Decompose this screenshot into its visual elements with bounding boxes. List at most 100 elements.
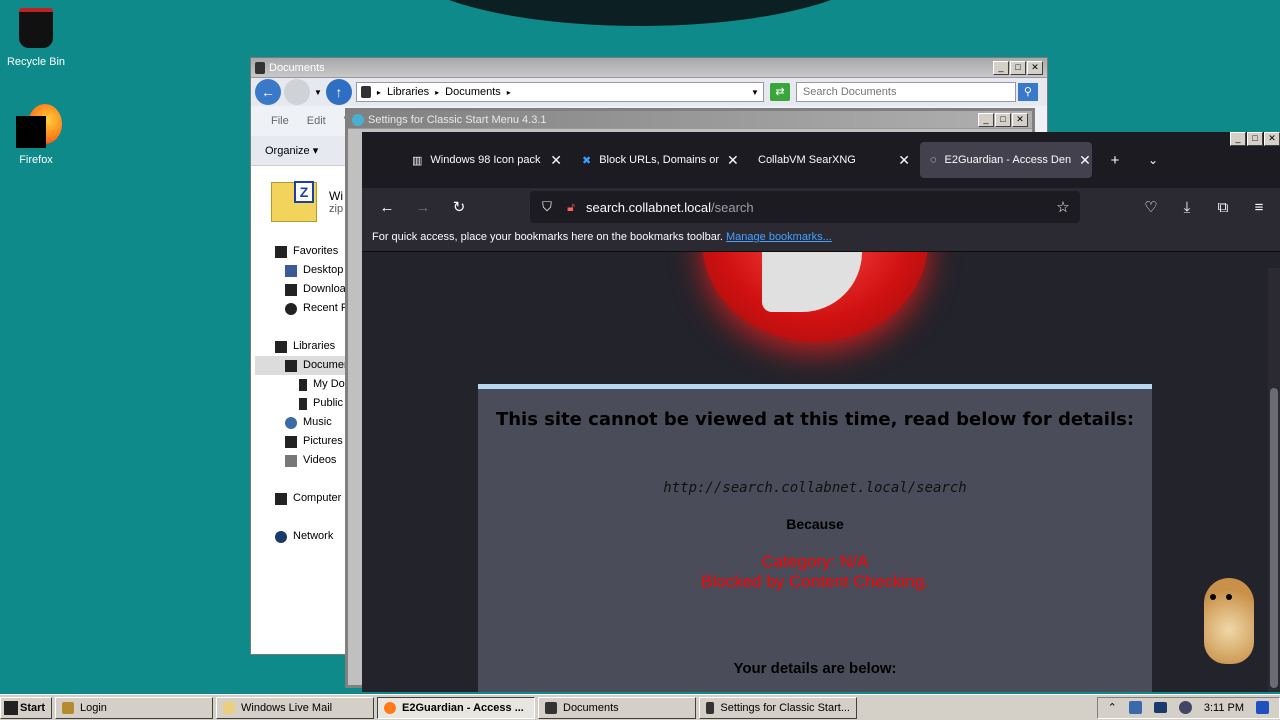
close-button[interactable]: ✕ <box>1264 132 1280 146</box>
close-icon[interactable]: ✕ <box>890 152 910 169</box>
taskbar-label: Login <box>80 701 107 714</box>
tree-label: Recent P <box>303 302 349 314</box>
desktop-icon-firefox[interactable]: Firefox <box>0 104 72 166</box>
close-button[interactable]: ✕ <box>1012 112 1028 127</box>
reload-icon[interactable]: ↻ <box>450 198 468 216</box>
tree-label: Music <box>303 416 332 428</box>
taskbar-button-documents[interactable]: Documents <box>538 696 696 719</box>
folder-icon <box>255 61 265 74</box>
chevron-down-icon[interactable]: ▼ <box>314 88 322 97</box>
url-domain: search.collabnet.local <box>586 199 712 215</box>
window-title: Documents <box>269 61 325 74</box>
menu-edit[interactable]: Edit <box>307 115 326 127</box>
clock[interactable]: 3:11 PM <box>1204 702 1244 714</box>
desktop-icon-recycle-bin[interactable]: Recycle Bin <box>0 6 72 68</box>
block-reason: Blocked by Content Checking. <box>701 572 929 591</box>
new-tab-icon[interactable]: + <box>1106 151 1124 169</box>
menu-file[interactable]: File <box>271 115 289 127</box>
back-arrow-icon[interactable]: ← <box>255 79 281 105</box>
address-bar[interactable]: ▸ Libraries ▸ Documents ▸ ▼ <box>355 82 764 102</box>
tab-block-urls[interactable]: ✖ Block URLs, Domains or ✕ <box>572 142 748 178</box>
tree-label: Pictures <box>303 435 343 447</box>
lock-icon[interactable]: 🔓︎ <box>562 198 580 216</box>
navigation-toolbar: ← → ↻ ⛉ 🔓︎ search.collabnet.local/search… <box>362 188 1280 226</box>
forward-arrow-icon[interactable] <box>284 79 310 105</box>
scrollbar-thumb[interactable] <box>1270 388 1278 688</box>
taskbar-button-login[interactable]: Login <box>55 696 213 719</box>
settings-titlebar[interactable]: Settings for Classic Start Menu 4.3.1 _ … <box>348 111 1032 129</box>
list-all-tabs-icon[interactable]: ⌄ <box>1144 151 1162 169</box>
tree-item-desktop[interactable]: Desktop <box>275 261 355 280</box>
close-icon[interactable]: ✕ <box>542 152 562 169</box>
tree-item-libraries[interactable]: Libraries <box>275 337 355 356</box>
explorer-address-row: ← ▼ ↑ ▸ Libraries ▸ Documents ▸ ▼ ⇄ ⚲ <box>251 78 1047 106</box>
close-icon[interactable]: ✕ <box>1071 152 1091 169</box>
tree-item-favorites[interactable]: Favorites <box>275 242 355 261</box>
chevron-down-icon[interactable]: ▼ <box>751 88 759 97</box>
zip-folder-icon: Z <box>271 181 317 222</box>
window-title: Settings for Classic Start Menu 4.3.1 <box>368 113 547 126</box>
folder-icon <box>545 701 557 714</box>
classic-shell-icon <box>352 113 364 126</box>
display-icon[interactable] <box>1153 702 1167 713</box>
tree-item-pictures[interactable]: Pictures <box>275 432 355 451</box>
volume-icon[interactable] <box>1178 701 1192 714</box>
minimize-button[interactable]: _ <box>993 60 1009 75</box>
maximize-button[interactable]: □ <box>1247 132 1263 146</box>
tree-item-my-documents[interactable]: My Do <box>275 375 355 394</box>
url-bar[interactable]: ⛉ 🔓︎ search.collabnet.local/search ☆ <box>530 191 1080 223</box>
tree-label: Network <box>293 530 334 542</box>
hamburger-menu-icon[interactable]: ≡ <box>1250 198 1268 216</box>
hamster-mascot[interactable] <box>1196 570 1262 670</box>
network-status-icon[interactable] <box>1128 701 1142 714</box>
url-path: /search <box>711 199 754 215</box>
tab-windows98-icons[interactable]: ▥ Windows 98 Icon pack ✕ <box>402 142 572 178</box>
manage-bookmarks-link[interactable]: Manage bookmarks... <box>726 231 832 243</box>
up-arrow-icon[interactable]: ↑ <box>325 79 352 105</box>
file-item[interactable]: Z Wi zip <box>271 181 343 222</box>
folder-icon <box>299 397 307 410</box>
scrollbar[interactable] <box>1268 268 1280 692</box>
back-arrow-icon[interactable]: ← <box>378 198 396 216</box>
tree-item-public[interactable]: Public <box>275 394 355 413</box>
close-button[interactable]: ✕ <box>1027 60 1043 75</box>
tree-item-videos[interactable]: Videos <box>275 451 355 470</box>
block-category: Category: N/A <box>761 552 869 571</box>
forward-arrow-icon[interactable]: → <box>414 198 432 216</box>
search-icon[interactable]: ⚲ <box>1017 83 1038 101</box>
page-content: This site cannot be viewed at this time,… <box>362 252 1280 692</box>
star-icon[interactable]: ☆ <box>1054 198 1072 216</box>
bookmarks-toolbar: For quick access, place your bookmarks h… <box>362 226 1280 252</box>
tab-searxng[interactable]: CollabVM SearXNG ✕ <box>748 142 920 178</box>
taskbar-button-windows-live-mail[interactable]: Windows Live Mail <box>216 696 374 719</box>
firefox-window[interactable]: _ □ ✕ ▥ Windows 98 Icon pack ✕ ✖ Block URLs… <box>362 132 1280 692</box>
tree-item-recent[interactable]: Recent P <box>275 299 355 318</box>
tree-item-network[interactable]: Network <box>275 527 355 546</box>
tree-item-downloads[interactable]: Downloa <box>275 280 355 299</box>
close-icon[interactable]: ✕ <box>719 152 739 169</box>
search-input[interactable] <box>795 82 1016 102</box>
refresh-icon[interactable]: ⇄ <box>769 83 790 101</box>
computer-icon <box>275 492 287 505</box>
pocket-icon[interactable]: ♡ <box>1142 198 1160 216</box>
maximize-button[interactable]: □ <box>1010 60 1026 75</box>
start-label: Start <box>20 701 46 714</box>
language-icon[interactable] <box>1256 701 1269 714</box>
download-icon[interactable]: ⤓ <box>1178 198 1196 216</box>
minimize-button[interactable]: _ <box>1230 132 1246 146</box>
taskbar-button-settings[interactable]: Settings for Classic Start... <box>699 696 857 719</box>
extensions-icon[interactable]: ⧉ <box>1214 198 1232 216</box>
organize-button[interactable]: Organize ▾ <box>265 144 318 157</box>
tab-e2guardian[interactable]: ◌ E2Guardian - Access Den ✕ <box>920 142 1092 178</box>
breadcrumb-libraries[interactable]: Libraries <box>387 86 429 98</box>
explorer-titlebar[interactable]: Documents _ □ ✕ <box>251 58 1047 78</box>
tree-item-computer[interactable]: Computer <box>275 489 355 508</box>
maximize-button[interactable]: □ <box>995 112 1011 127</box>
tree-item-music[interactable]: Music <box>275 413 355 432</box>
taskbar-button-e2guardian[interactable]: E2Guardian - Access ... <box>377 696 535 719</box>
tree-item-documents[interactable]: Documen <box>255 356 355 375</box>
breadcrumb-documents[interactable]: Documents <box>445 86 501 98</box>
start-button[interactable]: Start <box>0 696 52 719</box>
chevron-up-icon[interactable]: ⌃ <box>1108 701 1117 714</box>
minimize-button[interactable]: _ <box>978 112 994 127</box>
